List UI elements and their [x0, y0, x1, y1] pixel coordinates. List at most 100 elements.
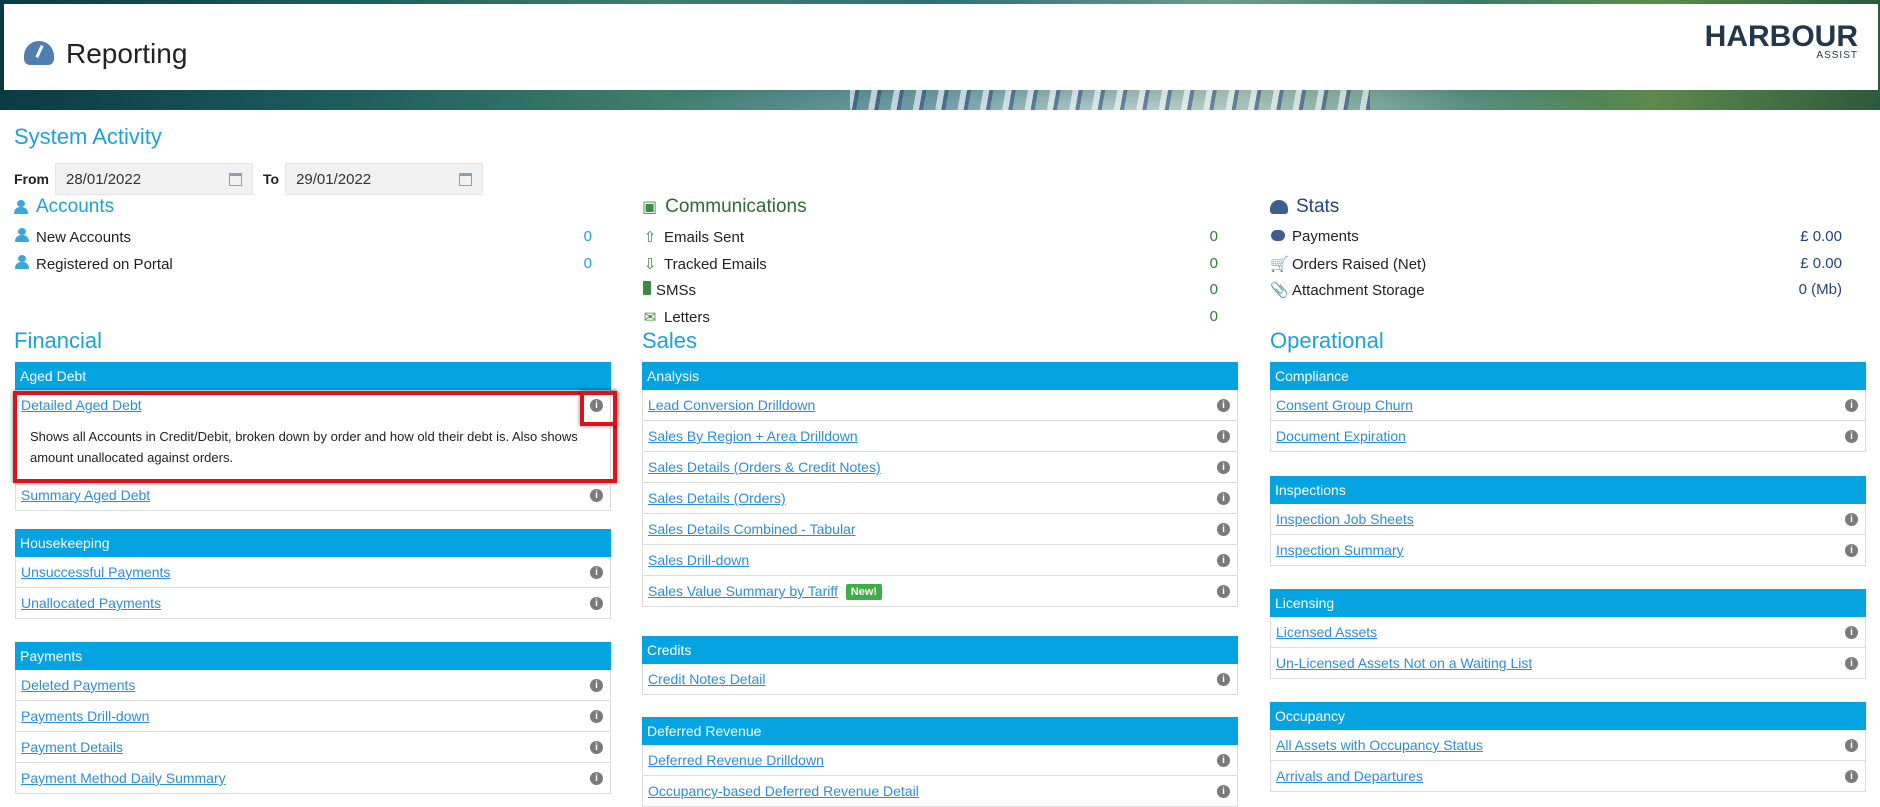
info-icon[interactable]: i [1845, 399, 1858, 412]
panel-header: Analysis [642, 362, 1238, 390]
info-icon[interactable]: i [1217, 523, 1230, 536]
from-label: From [14, 171, 49, 187]
report-link[interactable]: Lead Conversion Drilldown [648, 397, 815, 413]
report-link[interactable]: Sales Details (Orders & Credit Notes) [648, 459, 881, 475]
info-icon[interactable]: i [590, 741, 603, 754]
report-row: Sales Details Combined - Tabular i [642, 514, 1238, 545]
panel-header: Housekeeping [15, 529, 611, 557]
report-link[interactable]: Consent Group Churn [1276, 397, 1413, 413]
to-date-field[interactable]: 29/01/2022 [285, 163, 484, 195]
report-row: Document Expiration i [1270, 421, 1866, 452]
report-row: Payment Details i [15, 732, 611, 763]
info-icon[interactable]: i [1845, 739, 1858, 752]
stats-title: Stats [1270, 196, 1339, 218]
report-link[interactable]: Deferred Revenue Drilldown [648, 752, 824, 768]
stat-value: £ 0.00 [1800, 255, 1842, 272]
info-icon[interactable]: i [1217, 461, 1230, 474]
report-row: Sales By Region + Area Drilldown i [642, 421, 1238, 452]
stat-row-emails-sent: ⇧ Emails Sent [642, 228, 744, 247]
report-row: Occupancy-based Deferred Revenue Detail … [642, 776, 1238, 807]
report-link[interactable]: Occupancy-based Deferred Revenue Detail [648, 783, 919, 799]
panel-header: Compliance [1270, 362, 1866, 390]
info-icon[interactable]: i [1217, 492, 1230, 505]
gauge-icon [1270, 200, 1288, 214]
report-row: Sales Details (Orders & Credit Notes) i [642, 452, 1238, 483]
info-icon[interactable]: i [1217, 585, 1230, 598]
report-link[interactable]: Document Expiration [1276, 428, 1406, 444]
info-icon[interactable]: i [1217, 554, 1230, 567]
report-link[interactable]: Payment Method Daily Summary [21, 770, 226, 786]
financial-heading: Financial [14, 328, 103, 353]
accounts-title: Accounts [14, 196, 114, 218]
report-link[interactable]: Licensed Assets [1276, 624, 1377, 640]
info-icon[interactable]: i [1217, 673, 1230, 686]
report-link[interactable]: Sales Details (Orders) [648, 490, 786, 506]
new-badge: New! [845, 584, 883, 601]
stat-row-letters: ✉ Letters [642, 308, 710, 327]
info-icon[interactable]: i [590, 566, 603, 579]
report-row: Sales Details (Orders) i [642, 483, 1238, 514]
report-link[interactable]: Credit Notes Detail [648, 671, 766, 687]
report-link[interactable]: Unsuccessful Payments [21, 564, 170, 580]
report-link[interactable]: Inspection Job Sheets [1276, 511, 1414, 527]
sales-heading: Sales [642, 328, 698, 353]
info-icon[interactable]: i [1217, 754, 1230, 767]
info-icon[interactable]: i [1217, 399, 1230, 412]
to-label: To [263, 171, 280, 187]
to-date-value: 29/01/2022 [296, 170, 372, 188]
info-icon[interactable]: i [1845, 430, 1858, 443]
info-icon[interactable]: i [590, 597, 603, 610]
info-icon[interactable]: i [1217, 785, 1230, 798]
calendar-icon[interactable] [459, 172, 473, 186]
stat-label: Attachment Storage [1292, 281, 1425, 299]
info-icon[interactable]: i [1845, 657, 1858, 670]
report-link[interactable]: Sales Drill-down [648, 552, 749, 568]
report-link[interactable]: All Assets with Occupancy Status [1276, 737, 1483, 753]
stat-value: 0 [583, 228, 592, 245]
report-row: Sales Drill-down i [642, 545, 1238, 576]
report-row: Licensed Assets i [1270, 617, 1866, 648]
report-link[interactable]: Un-Licensed Assets Not on a Waiting List [1276, 655, 1532, 671]
stat-label: New Accounts [36, 228, 132, 246]
report-row: Lead Conversion Drilldown i [642, 390, 1238, 421]
report-link[interactable]: Payments Drill-down [21, 708, 149, 724]
report-row: Summary Aged Debt i [15, 480, 611, 511]
report-row: Inspection Job Sheets i [1270, 504, 1866, 535]
report-link[interactable]: Sales Value Summary by Tariff [648, 583, 838, 599]
report-link[interactable]: Arrivals and Departures [1276, 768, 1423, 784]
panel-payments: Payments Deleted Payments i Payments Dri… [15, 642, 611, 794]
info-icon[interactable]: i [590, 489, 603, 502]
panel-deferred-revenue: Deferred Revenue Deferred Revenue Drilld… [642, 717, 1238, 807]
stat-value: 0 [1209, 281, 1218, 298]
info-icon[interactable]: i [1217, 430, 1230, 443]
report-link[interactable]: Deleted Payments [21, 677, 135, 693]
stat-row-new-accounts: New Accounts [14, 228, 131, 246]
stat-value: 0 [1209, 228, 1218, 245]
panel-header: Credits [642, 636, 1238, 664]
info-icon[interactable]: i [590, 710, 603, 723]
envelope-icon: ✉ [643, 309, 657, 326]
info-icon[interactable]: i [1845, 626, 1858, 639]
report-link[interactable]: Sales Details Combined - Tabular [648, 521, 856, 537]
stat-label: Orders Raised (Net) [1292, 255, 1427, 273]
report-link[interactable]: Payment Details [21, 739, 123, 755]
stat-row-orders-raised: 🛒 Orders Raised (Net) [1270, 255, 1427, 274]
info-icon[interactable]: i [590, 772, 603, 785]
panel-credits: Credits Credit Notes Detail i [642, 636, 1238, 695]
info-icon[interactable]: i [590, 679, 603, 692]
report-link[interactable]: Inspection Summary [1276, 542, 1404, 558]
info-icon[interactable]: i [1845, 770, 1858, 783]
report-link[interactable]: Sales By Region + Area Drilldown [648, 428, 858, 444]
report-link[interactable]: Unallocated Payments [21, 595, 161, 611]
panel-header: Occupancy [1270, 702, 1866, 730]
harbour-assist-logo[interactable]: HARBOUR ASSIST [1705, 22, 1858, 62]
date-range: From 28/01/2022 To 29/01/2022 [14, 162, 489, 196]
info-icon[interactable]: i [1845, 544, 1858, 557]
report-link-summary-aged-debt[interactable]: Summary Aged Debt [21, 487, 150, 503]
report-row: Un-Licensed Assets Not on a Waiting List… [1270, 648, 1866, 679]
calendar-icon[interactable] [229, 172, 242, 186]
panel-compliance: Compliance Consent Group Churn i Documen… [1270, 362, 1866, 452]
from-date-field[interactable]: 28/01/2022 [55, 163, 253, 195]
report-row: Deferred Revenue Drilldown i [642, 745, 1238, 776]
info-icon[interactable]: i [1845, 513, 1858, 526]
